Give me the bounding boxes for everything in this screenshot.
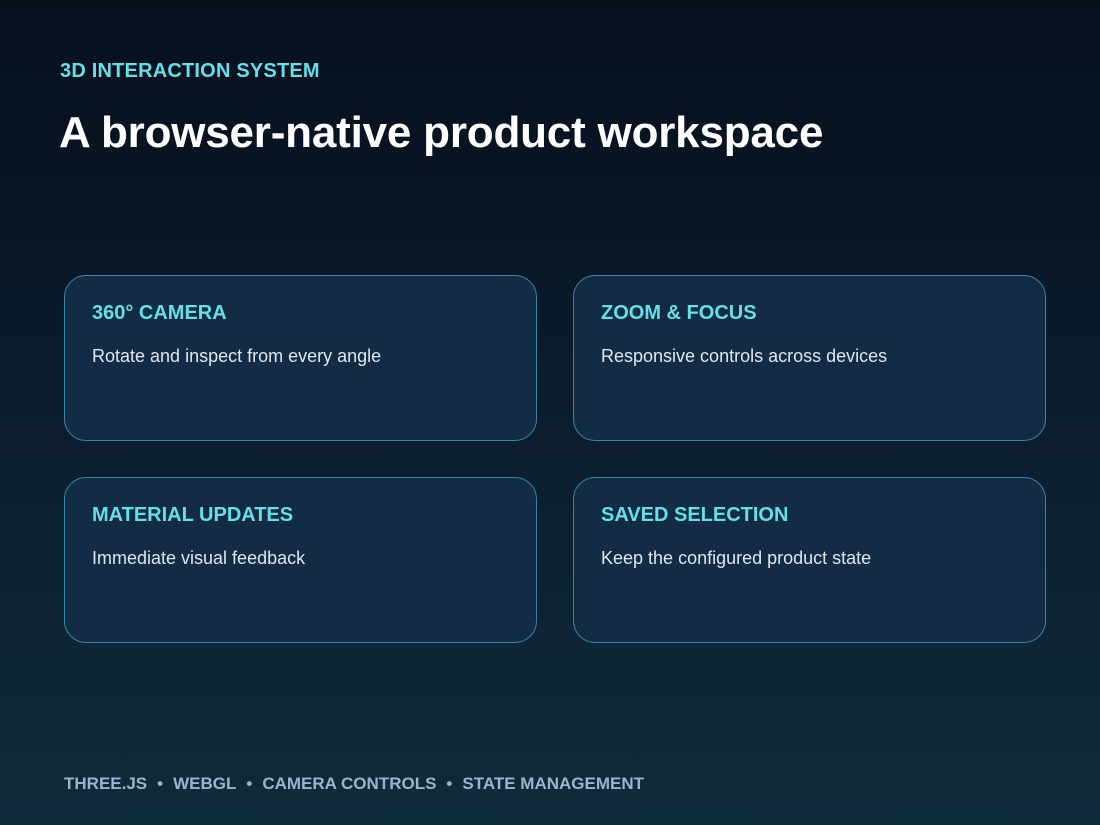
feature-card-title: ZOOM & FOCUS [601,302,757,324]
separator-dot: • [446,774,453,793]
feature-card-description: Rotate and inspect from every angle [92,346,382,366]
feature-grid: 360° CAMERA Rotate and inspect from ever… [64,275,1046,643]
separator-dot: • [246,774,253,793]
eyebrow-label: 3D INTERACTION SYSTEM [60,60,320,82]
feature-card-camera: 360° CAMERA Rotate and inspect from ever… [64,275,537,441]
page-title: A browser-native product workspace [59,108,824,157]
tech-tag: WEBGL [173,774,237,793]
feature-card-description: Responsive controls across devices [601,346,888,366]
tech-tag: STATE MANAGEMENT [462,774,645,793]
feature-card-title: SAVED SELECTION [601,504,789,526]
feature-card-title: MATERIAL UPDATES [92,504,294,526]
feature-card-material: MATERIAL UPDATES Immediate visual feedba… [64,477,537,643]
feature-card-title: 360° CAMERA [92,302,227,324]
feature-card-description: Immediate visual feedback [92,548,306,568]
tech-tag: CAMERA CONTROLS [262,774,437,793]
feature-card-description: Keep the configured product state [601,548,872,568]
tech-stack-footer: THREE.JS • WEBGL • CAMERA CONTROLS • STA… [64,774,644,794]
feature-card-saved-selection: SAVED SELECTION Keep the configured prod… [573,477,1046,643]
feature-card-zoom: ZOOM & FOCUS Responsive controls across … [573,275,1046,441]
tech-tag: THREE.JS [64,774,148,793]
separator-dot: • [157,774,164,793]
